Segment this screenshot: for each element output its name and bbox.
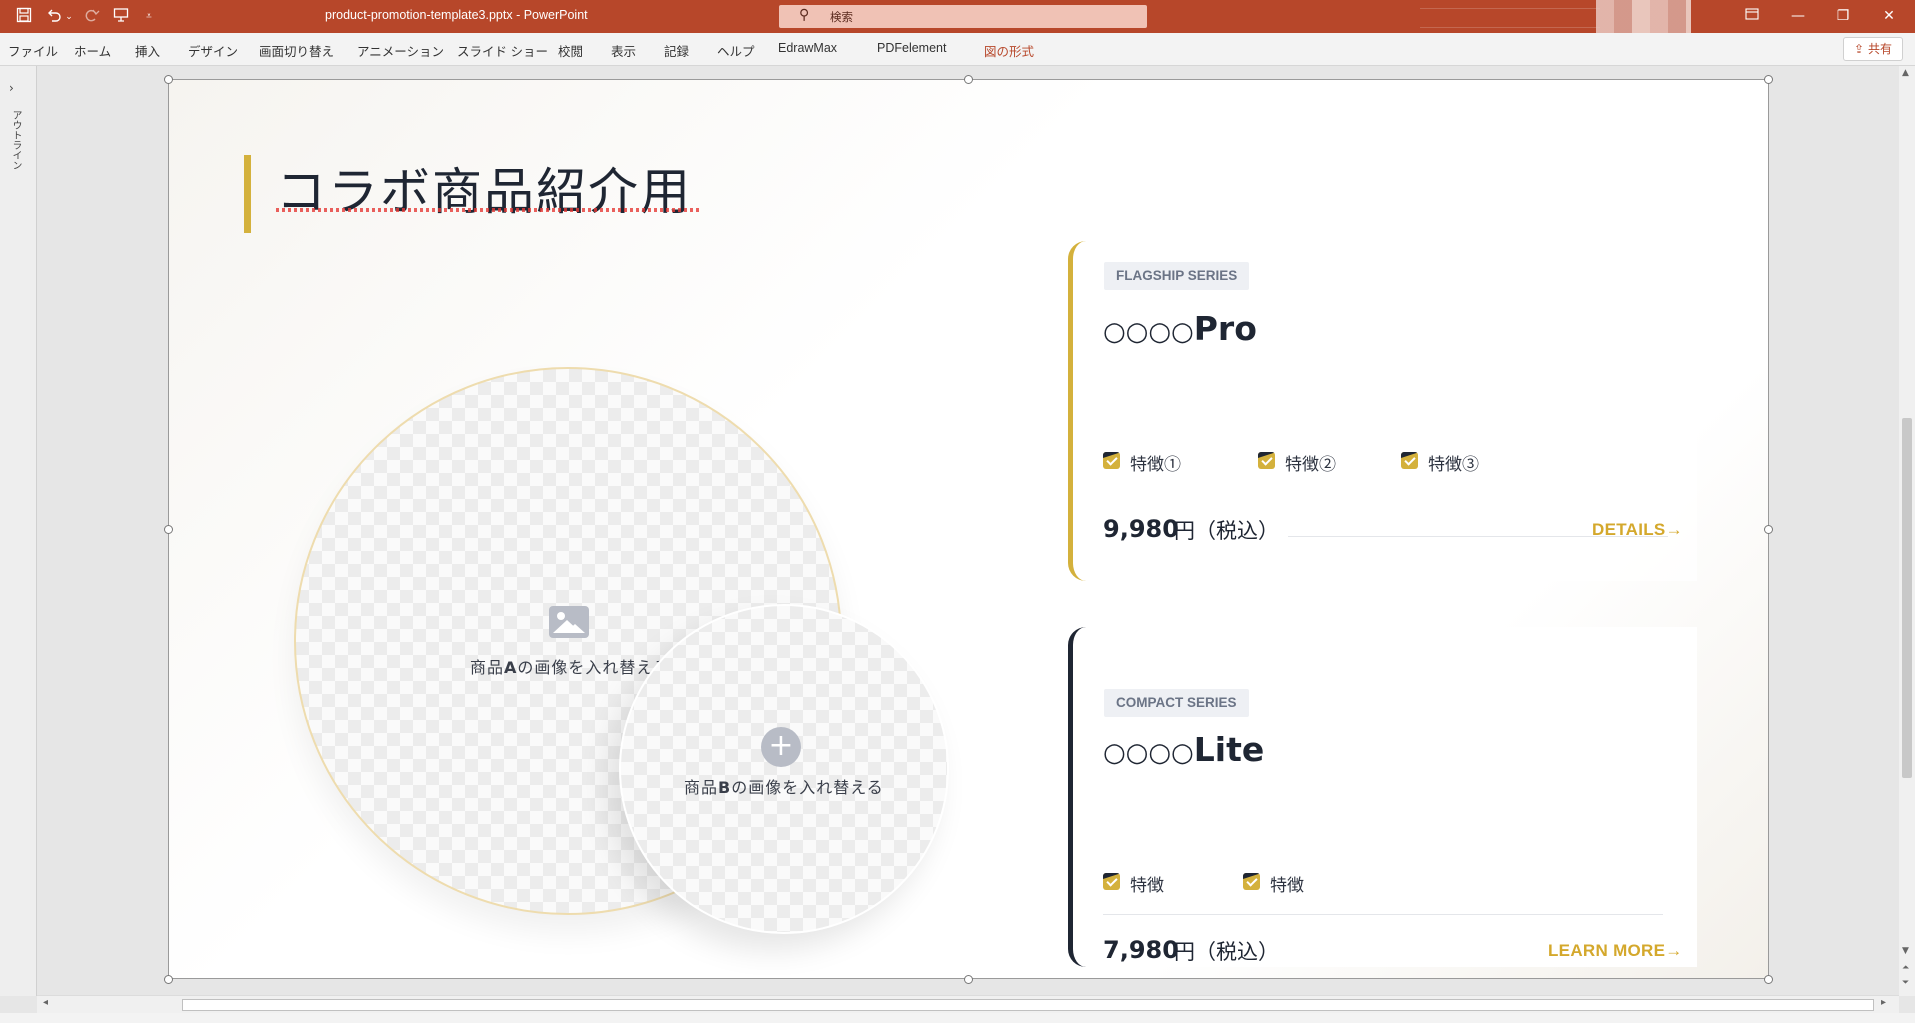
resize-handle[interactable] [164, 75, 173, 84]
product-card-lite[interactable] [1068, 627, 1697, 967]
title-bar-decoration [1420, 8, 1600, 28]
image-icon [549, 606, 589, 638]
customize-icon[interactable]: ⩡ [142, 7, 156, 27]
search-box[interactable]: ⚲ 検索 [779, 5, 1147, 28]
resize-handle[interactable] [1764, 75, 1773, 84]
learn-more-link[interactable]: LEARN MORE→ [1548, 941, 1683, 961]
previous-slide-icon[interactable]: ⏶ [1902, 963, 1909, 973]
share-button[interactable]: ⇪ 共有 [1843, 37, 1903, 61]
product-name[interactable]: ○○○○Pro [1103, 309, 1257, 348]
undo-dropdown-icon[interactable]: ⌄ [64, 7, 74, 27]
share-label: 共有 [1867, 42, 1892, 56]
search-icon: ⚲ [799, 7, 810, 23]
arrow-right-icon: → [1665, 520, 1683, 539]
resize-handle[interactable] [1764, 525, 1773, 534]
outline-label[interactable]: アウトライン [8, 110, 23, 170]
tab-review[interactable]: 校閲 [558, 41, 583, 60]
price-unit: 円（税込） [1174, 940, 1279, 964]
plus-icon: + [761, 727, 801, 767]
redo-icon[interactable] [82, 7, 102, 27]
status-bar [0, 1013, 1915, 1023]
horizontal-scrollbar[interactable]: ◂ ▸ [37, 995, 1899, 1013]
ribbon-tabs: ファイル ホーム 挿入 デザイン 画面切り替え アニメーション スライド ショー… [0, 33, 1915, 66]
search-input[interactable]: 検索 [830, 9, 853, 25]
check-icon [1103, 873, 1120, 890]
resize-handle[interactable] [964, 75, 973, 84]
tab-file[interactable]: ファイル [8, 41, 58, 60]
price-value: 9,980 [1103, 515, 1179, 543]
horizontal-scroll-thumb[interactable] [182, 999, 1874, 1011]
tab-design[interactable]: デザイン [188, 41, 238, 60]
expand-outline-icon[interactable]: › [9, 81, 14, 95]
tab-pdfelement[interactable]: PDFelement [877, 41, 946, 55]
tab-picture-format[interactable]: 図の形式 [984, 41, 1034, 60]
product-name[interactable]: ○○○○Lite [1103, 730, 1264, 769]
product-b-image-label: 商品Bの画像を入れ替える [684, 778, 884, 797]
title-bar: ⌄ ⩡ product-promotion-template3.pptx - P… [0, 0, 1915, 40]
price-value: 7,980 [1103, 936, 1179, 964]
card-divider [1103, 914, 1663, 915]
product-b-image-placeholder[interactable] [619, 604, 949, 934]
scroll-left-icon[interactable]: ◂ [43, 997, 48, 1008]
scroll-up-icon[interactable]: ▲ [1902, 68, 1909, 78]
series-badge: COMPACT SERIES [1104, 689, 1249, 717]
scroll-down-icon[interactable]: ▼ [1902, 946, 1909, 956]
restore-icon[interactable]: ❐ [1821, 0, 1865, 33]
resize-handle[interactable] [164, 975, 173, 984]
tab-insert[interactable]: 挿入 [135, 41, 160, 60]
undo-icon[interactable] [44, 7, 64, 27]
resize-handle[interactable] [964, 975, 973, 984]
spellcheck-underline [276, 208, 702, 212]
share-icon: ⇪ [1854, 42, 1865, 56]
outline-pane: › アウトライン [0, 66, 37, 996]
minimize-icon[interactable]: — [1776, 0, 1820, 33]
check-icon [1401, 452, 1418, 469]
tab-record[interactable]: 記録 [664, 41, 689, 60]
details-link[interactable]: DETAILS→ [1592, 520, 1683, 540]
slide-title[interactable]: コラボ商品紹介用 [276, 152, 692, 224]
present-icon[interactable] [111, 7, 131, 27]
series-badge: FLAGSHIP SERIES [1104, 262, 1250, 290]
check-icon [1258, 452, 1275, 469]
tab-animations[interactable]: アニメーション [357, 41, 444, 60]
tab-slideshow[interactable]: スライド ショー [457, 41, 548, 60]
check-icon [1243, 873, 1260, 890]
save-icon[interactable] [14, 7, 34, 27]
arrow-right-icon: → [1665, 941, 1683, 960]
tab-help[interactable]: ヘルプ [717, 41, 755, 60]
document-title: product-promotion-template3.pptx - Power… [325, 8, 588, 22]
scroll-right-icon[interactable]: ▸ [1881, 997, 1886, 1008]
slide-canvas[interactable]: コラボ商品紹介用 商品Aの画像を入れ替える + 商品Bの画像を入れ替える FLA… [168, 79, 1769, 979]
vertical-scroll-thumb[interactable] [1902, 418, 1912, 778]
vertical-scrollbar[interactable]: ▲ ▼ ⏶ ⏷ [1899, 66, 1915, 996]
ribbon-display-icon[interactable] [1730, 0, 1774, 33]
tab-transitions[interactable]: 画面切り替え [259, 41, 334, 60]
resize-handle[interactable] [1764, 975, 1773, 984]
next-slide-icon[interactable]: ⏷ [1902, 978, 1909, 988]
close-icon[interactable]: ✕ [1867, 0, 1911, 33]
tab-home[interactable]: ホーム [74, 41, 111, 60]
tab-edrawmax[interactable]: EdrawMax [778, 41, 837, 55]
title-accent-bar [244, 155, 251, 233]
product-a-image-label: 商品Aの画像を入れ替える [470, 658, 670, 677]
price-unit: 円（税込） [1174, 519, 1279, 543]
resize-handle[interactable] [164, 525, 173, 534]
tab-view[interactable]: 表示 [611, 41, 636, 60]
check-icon [1103, 452, 1120, 469]
